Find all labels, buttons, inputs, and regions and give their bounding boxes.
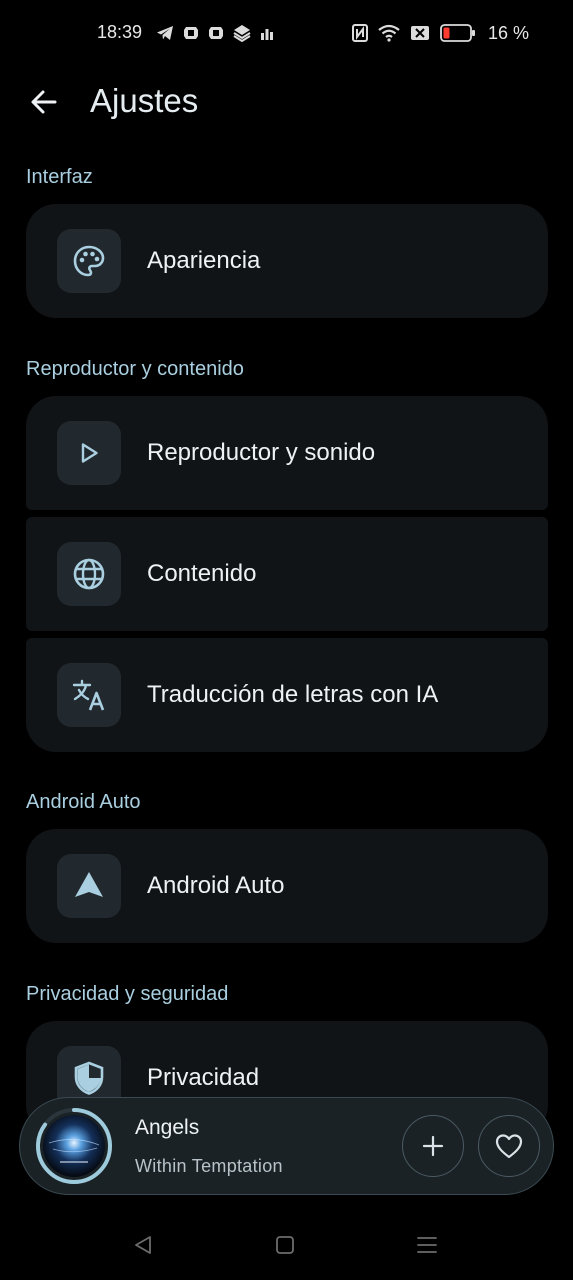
app-notification-icon <box>233 25 251 42</box>
icon-container <box>57 229 121 293</box>
play-icon <box>81 443 98 463</box>
app-notification-icon <box>209 27 223 39</box>
section-title-privacidad: Privacidad y seguridad <box>26 983 229 1005</box>
icon-container <box>57 663 121 727</box>
plus-icon <box>422 1135 444 1157</box>
system-navigation-bar <box>0 1212 573 1280</box>
section-title-android-auto: Android Auto <box>26 791 141 813</box>
nav-home-button[interactable] <box>270 1230 300 1260</box>
recents-menu-icon <box>417 1237 437 1253</box>
nav-back-button[interactable] <box>128 1230 158 1260</box>
home-square-icon <box>276 1236 294 1254</box>
album-art <box>43 1115 105 1177</box>
icon-container <box>57 542 121 606</box>
app-notification-icon <box>184 27 198 39</box>
settings-item-contenido[interactable]: Contenido <box>26 517 548 631</box>
battery-icon <box>440 24 475 42</box>
settings-item-traduccion[interactable]: Traducción de letras con IA <box>26 638 548 752</box>
settings-item-apariencia[interactable]: Apariencia <box>26 204 548 318</box>
system-status-icons: 16 % <box>351 22 529 44</box>
mini-player[interactable]: Angels Within Temptation <box>19 1097 554 1195</box>
icon-container <box>57 854 121 918</box>
page-title: Ajustes <box>90 82 199 119</box>
app-bar: Ajustes <box>0 74 573 130</box>
settings-item-label: Traducción de letras con IA <box>147 681 439 708</box>
navigation-arrow-icon <box>75 872 103 897</box>
globe-icon <box>73 558 105 590</box>
settings-item-label: Android Auto <box>147 872 285 899</box>
back-triangle-icon <box>135 1236 151 1254</box>
settings-item-android-auto[interactable]: Android Auto <box>26 829 548 943</box>
signal-bars-icon <box>261 29 273 40</box>
nav-recents-button[interactable] <box>412 1230 442 1260</box>
arrow-back-icon <box>31 90 57 114</box>
palette-icon <box>73 245 105 277</box>
back-button[interactable] <box>26 84 62 120</box>
sim-off-icon <box>410 26 429 40</box>
track-artist: Within Temptation <box>135 1156 283 1176</box>
section-title-interfaz: Interfaz <box>26 166 93 188</box>
track-title: Angels <box>135 1116 200 1139</box>
status-bar: 18:39 16 % <box>0 0 573 66</box>
settings-item-label: Contenido <box>147 560 257 587</box>
wifi-icon <box>378 24 400 42</box>
settings-item-label: Reproductor y sonido <box>147 439 376 466</box>
add-to-playlist-button[interactable] <box>402 1115 464 1177</box>
heart-icon <box>495 1134 523 1159</box>
nfc-icon <box>351 24 368 42</box>
telegram-icon <box>157 26 173 40</box>
section-title-reproductor: Reproductor y contenido <box>26 358 244 380</box>
shield-icon <box>74 1061 104 1095</box>
icon-container <box>57 421 121 485</box>
translate-icon <box>72 679 105 711</box>
settings-item-reproductor-sonido[interactable]: Reproductor y sonido <box>26 396 548 510</box>
status-time: 18:39 <box>97 22 143 42</box>
favorite-button[interactable] <box>478 1115 540 1177</box>
battery-percent: 16 % <box>487 22 529 43</box>
notification-icons <box>156 22 274 44</box>
settings-item-label: Apariencia <box>147 247 261 274</box>
